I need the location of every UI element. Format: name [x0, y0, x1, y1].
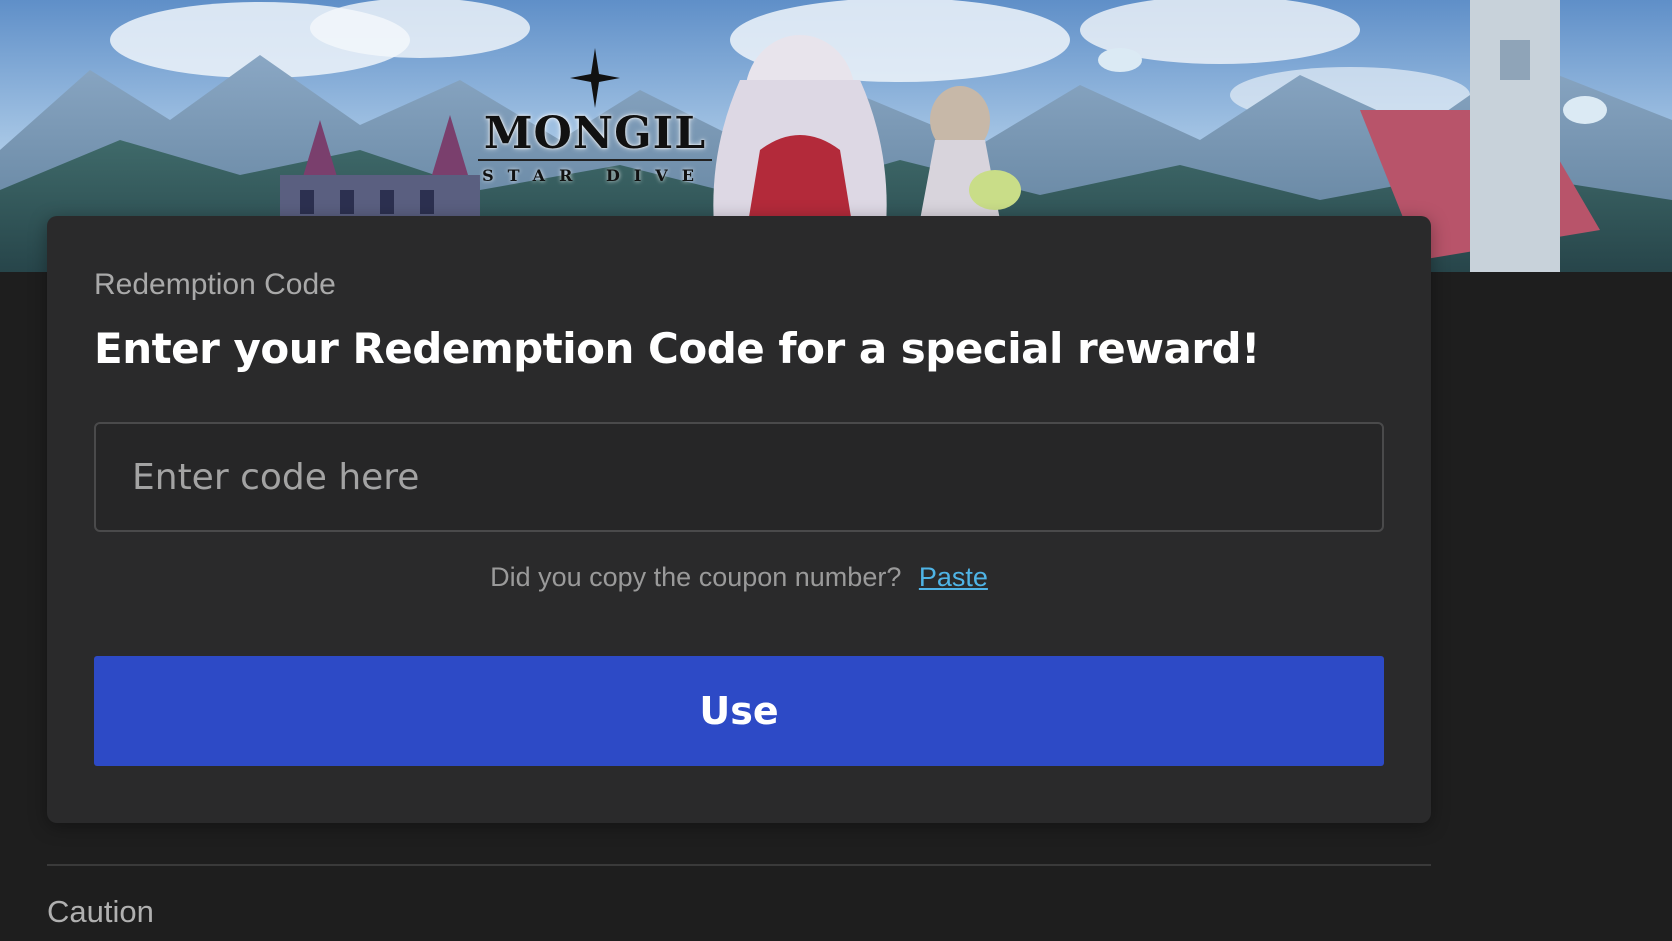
game-logo: MONGIL STAR DIVE	[470, 48, 720, 198]
logo-title: MONGIL	[483, 108, 707, 159]
star-sparkle-icon	[570, 48, 620, 108]
use-button[interactable]: Use	[94, 656, 1384, 766]
redemption-page: MONGIL STAR DIVE Redemption Code Enter y…	[0, 0, 1672, 941]
code-input[interactable]	[94, 422, 1384, 532]
paste-link[interactable]: Paste	[919, 562, 988, 592]
redemption-card: Redemption Code Enter your Redemption Co…	[47, 216, 1431, 823]
logo-divider	[478, 159, 712, 161]
section-divider	[47, 864, 1431, 866]
paste-row: Did you copy the coupon number? Paste	[47, 562, 1431, 593]
card-label: Redemption Code	[94, 268, 336, 301]
paste-prompt: Did you copy the coupon number?	[490, 562, 902, 592]
caution-heading: Caution	[47, 894, 154, 929]
logo-subtitle: STAR DIVE	[482, 166, 708, 185]
card-title: Enter your Redemption Code for a special…	[94, 324, 1260, 373]
